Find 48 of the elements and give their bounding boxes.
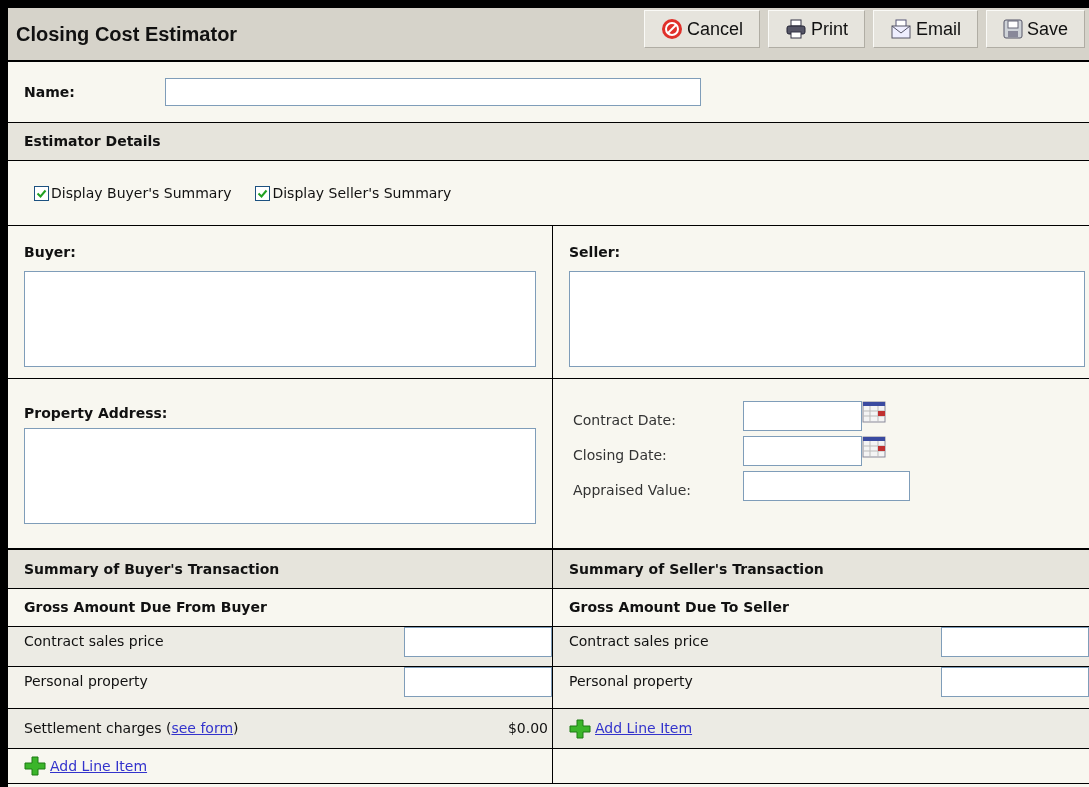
add-line-item-link[interactable]: Add Line Item bbox=[50, 755, 148, 777]
see-form-link[interactable]: see form bbox=[171, 720, 234, 736]
summary-title: Summary of Buyer's Transaction bbox=[24, 559, 280, 579]
calendar-icon[interactable] bbox=[862, 436, 886, 458]
checkbox-label: Display Buyer's Summary bbox=[51, 183, 232, 203]
party-label: Seller: bbox=[569, 243, 622, 262]
party-label: Buyer: bbox=[24, 243, 77, 262]
checkbox-label: Display Seller's Summary bbox=[272, 183, 452, 203]
checkbox[interactable] bbox=[255, 185, 271, 201]
value-field[interactable] bbox=[743, 471, 910, 501]
date-label: Appraised Value: bbox=[573, 480, 692, 500]
calendar-icon[interactable] bbox=[862, 401, 886, 423]
summary-subtitle: Gross Amount Due From Buyer bbox=[24, 598, 267, 617]
row-label: Contract sales price bbox=[24, 632, 164, 651]
row-label: Contract sales price bbox=[569, 632, 709, 651]
date-field[interactable] bbox=[743, 436, 862, 466]
toolbar-button[interactable]: Cancel bbox=[643, 10, 760, 48]
printer-icon bbox=[784, 19, 807, 39]
party-field[interactable] bbox=[24, 271, 536, 367]
row-label: Personal property bbox=[569, 672, 693, 691]
date-label: Contract Date: bbox=[573, 410, 677, 430]
summary-title: Summary of Seller's Transaction bbox=[569, 559, 824, 579]
amount-field[interactable] bbox=[941, 627, 1089, 657]
amount-text: $0.00 bbox=[507, 719, 549, 738]
plus-icon bbox=[569, 718, 591, 739]
toolbar-button[interactable]: Save bbox=[985, 10, 1085, 48]
name-label: Name: bbox=[24, 82, 76, 102]
checkbox[interactable] bbox=[34, 185, 49, 201]
section-title: Estimator Details bbox=[24, 132, 161, 151]
add-line-item-link[interactable]: Add Line Item bbox=[595, 718, 693, 739]
prohibited-icon bbox=[660, 18, 683, 40]
name-field[interactable] bbox=[165, 78, 701, 106]
property-field[interactable] bbox=[24, 428, 536, 524]
amount-field[interactable] bbox=[941, 667, 1089, 697]
toolbar-button[interactable]: Print bbox=[767, 10, 865, 48]
date-label: Closing Date: bbox=[573, 445, 668, 465]
toolbar-button[interactable]: Email bbox=[872, 10, 978, 48]
row-label: Personal property bbox=[24, 672, 148, 691]
amount-field[interactable] bbox=[404, 627, 552, 657]
window-title: Closing Cost Estimator bbox=[16, 22, 238, 47]
envelope-icon bbox=[889, 19, 912, 39]
row-label: Settlement charges (see form) bbox=[24, 719, 239, 738]
date-field[interactable] bbox=[743, 401, 862, 431]
party-field[interactable] bbox=[569, 271, 1085, 367]
plus-icon bbox=[24, 756, 46, 776]
property-label: Property Address: bbox=[24, 404, 169, 423]
summary-subtitle: Gross Amount Due To Seller bbox=[569, 598, 789, 617]
amount-field[interactable] bbox=[404, 667, 552, 697]
